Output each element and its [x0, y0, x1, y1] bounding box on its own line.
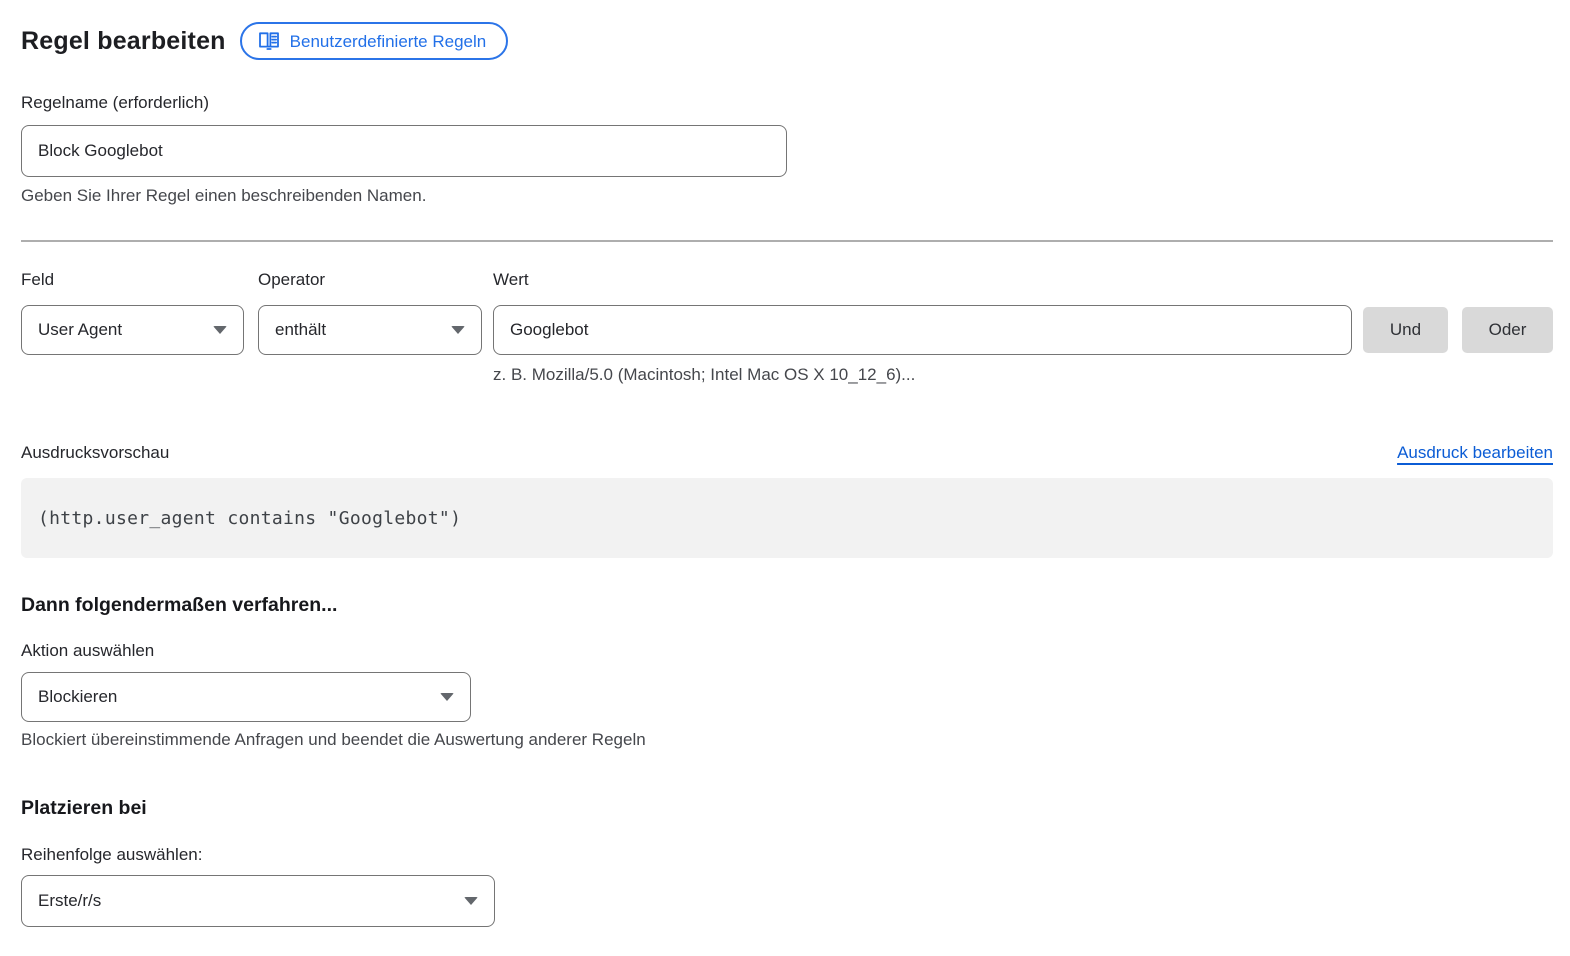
placement-section-heading: Platzieren bei — [21, 797, 1553, 820]
action-select-value: Blockieren — [38, 687, 117, 707]
action-section-heading: Dann folgendermaßen verfahren... — [21, 594, 1553, 617]
field-column: Feld User Agent — [21, 270, 244, 385]
rule-name-helper: Geben Sie Ihrer Regel einen beschreibend… — [21, 186, 1553, 206]
chevron-down-icon — [464, 897, 478, 905]
order-select-value: Erste/r/s — [38, 891, 101, 911]
chevron-down-icon — [213, 326, 227, 334]
order-select-label: Reihenfolge auswählen: — [21, 845, 1553, 865]
expression-code-text: (http.user_agent contains "Googlebot") — [38, 508, 461, 529]
page-header: Regel bearbeiten Benutzerdefinierte Rege… — [21, 0, 1553, 60]
docs-button-label: Benutzerdefinierte Regeln — [290, 33, 487, 50]
rule-name-group: Regelname (erforderlich) Geben Sie Ihrer… — [21, 93, 1553, 206]
expression-header: Ausdrucksvorschau Ausdruck bearbeiten — [21, 443, 1553, 463]
edit-rule-page: Regel bearbeiten Benutzerdefinierte Rege… — [21, 0, 1553, 927]
value-helper: z. B. Mozilla/5.0 (Macintosh; Intel Mac … — [493, 365, 1352, 385]
expression-preview-label: Ausdrucksvorschau — [21, 443, 169, 463]
operator-column: Operator enthält — [258, 270, 482, 385]
action-select[interactable]: Blockieren — [21, 672, 471, 722]
field-select-value: User Agent — [38, 320, 122, 340]
chevron-down-icon — [440, 693, 454, 701]
and-button[interactable]: Und — [1363, 307, 1448, 353]
edit-expression-link[interactable]: Ausdruck bearbeiten — [1397, 443, 1553, 463]
value-column: Wert z. B. Mozilla/5.0 (Macintosh; Intel… — [493, 270, 1352, 385]
action-helper: Blockiert übereinstimmende Anfragen und … — [21, 730, 1553, 750]
page-title: Regel bearbeiten — [21, 27, 226, 56]
rule-name-input[interactable] — [21, 125, 787, 177]
condition-row: Feld User Agent Operator enthält Wert z.… — [21, 270, 1553, 385]
book-open-icon — [258, 31, 280, 51]
field-label: Feld — [21, 270, 244, 290]
value-input[interactable] — [493, 305, 1352, 355]
expression-code-block: (http.user_agent contains "Googlebot") — [21, 478, 1553, 558]
order-select[interactable]: Erste/r/s — [21, 875, 495, 927]
section-divider — [21, 240, 1553, 242]
action-select-label: Aktion auswählen — [21, 641, 1553, 661]
operator-label: Operator — [258, 270, 482, 290]
value-label: Wert — [493, 270, 1352, 290]
custom-rules-docs-button[interactable]: Benutzerdefinierte Regeln — [240, 22, 509, 60]
rule-name-label: Regelname (erforderlich) — [21, 93, 1553, 113]
chevron-down-icon — [451, 326, 465, 334]
operator-select-value: enthält — [275, 320, 326, 340]
field-select[interactable]: User Agent — [21, 305, 244, 355]
or-button[interactable]: Oder — [1462, 307, 1553, 353]
operator-select[interactable]: enthält — [258, 305, 482, 355]
